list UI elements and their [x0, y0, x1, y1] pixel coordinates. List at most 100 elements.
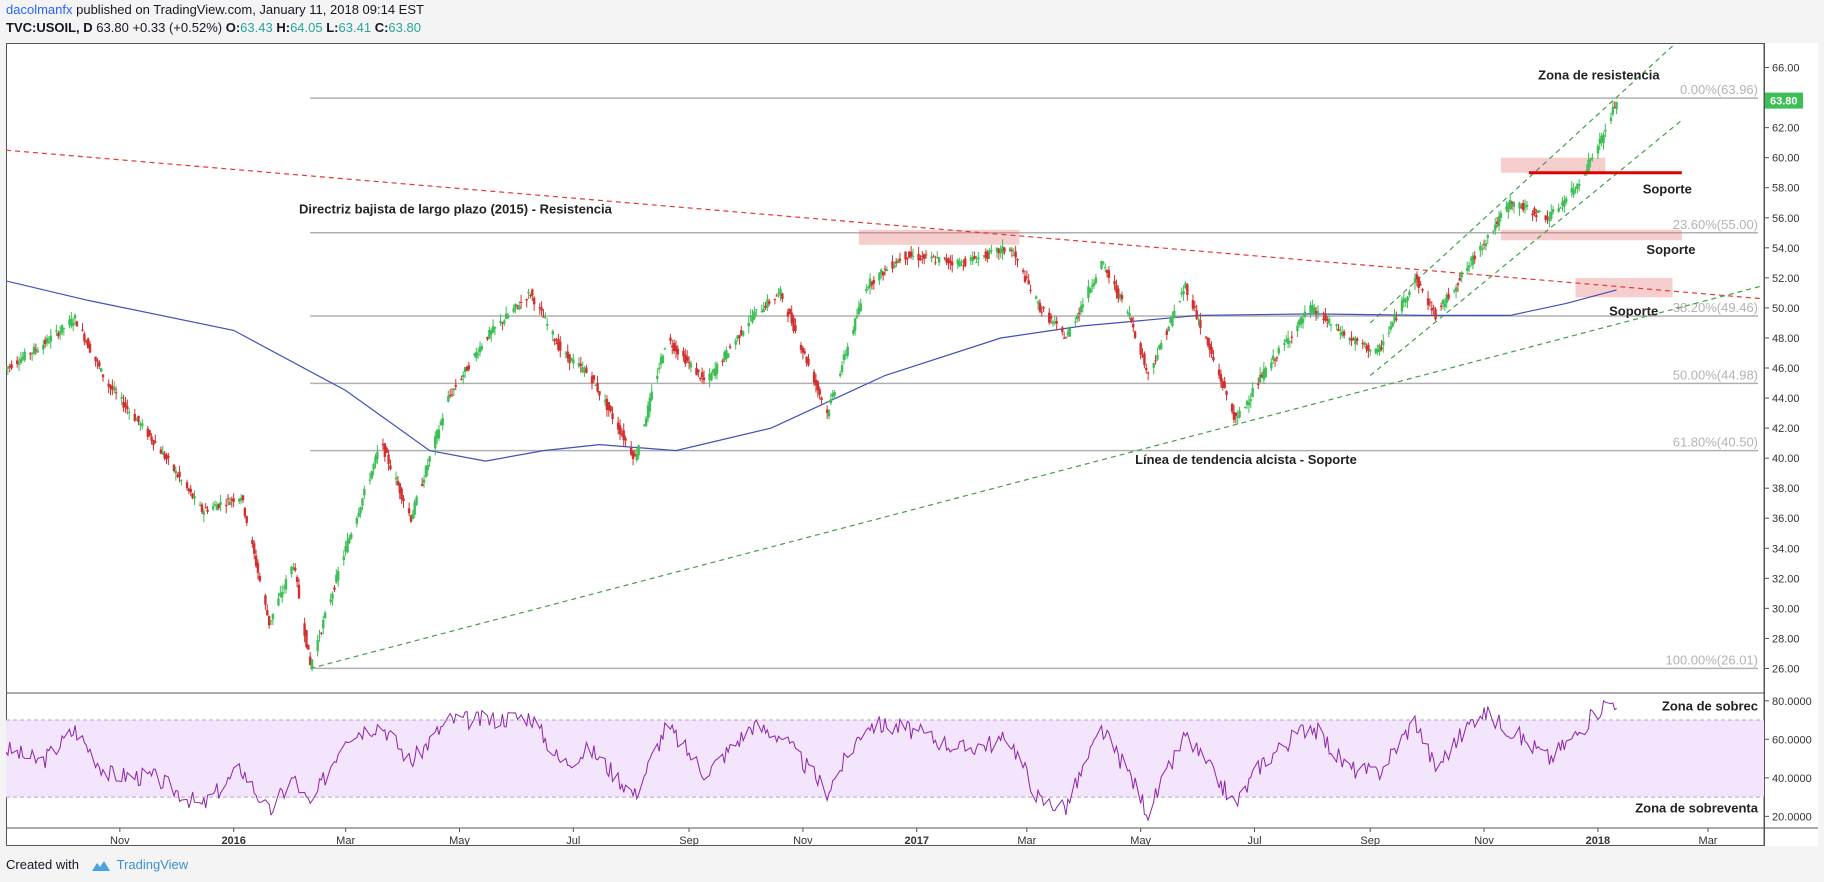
candle-down	[1191, 300, 1195, 309]
candle-down	[98, 362, 101, 367]
candle-up	[1589, 159, 1592, 161]
candle-down	[1029, 289, 1032, 291]
created-with-text: Created with	[6, 857, 79, 872]
candle-down	[820, 397, 823, 401]
y-tick-label: 66.00	[1772, 63, 1800, 75]
candle-up	[17, 363, 21, 365]
x-tick-label: Sep	[679, 835, 699, 846]
candle-up	[1512, 202, 1516, 207]
candle-down	[1113, 281, 1116, 285]
candle-up	[1102, 262, 1105, 264]
chart-annotation: Directriz bajista de largo plazo (2015) …	[299, 201, 613, 216]
candle-up	[174, 470, 178, 474]
candle-up	[376, 451, 379, 460]
candle-down	[295, 576, 299, 582]
candle-up	[893, 265, 896, 268]
candle-up	[506, 315, 510, 319]
candle-up	[113, 388, 116, 391]
candle-down	[611, 413, 614, 419]
close-label: C:	[374, 20, 389, 35]
y-tick-label: 28.00	[1772, 633, 1800, 645]
candle-down	[245, 516, 248, 523]
candle-down	[1193, 306, 1196, 308]
candle-down	[685, 356, 689, 362]
price-pane: 0.00%(63.96) 23.60%(55.00) 38.20%(49.46) 50…	[4, 37, 1765, 672]
candle-down	[1417, 277, 1420, 289]
candle-down	[1337, 328, 1340, 332]
candle-up	[368, 479, 372, 481]
candle-down	[807, 358, 810, 365]
chart-annotation: Soporte	[1643, 182, 1692, 197]
candle-down	[333, 587, 336, 590]
candle-up	[42, 344, 45, 350]
candle-down	[294, 567, 297, 571]
candle-down	[1014, 251, 1017, 258]
rsi-tick-label: 80.0000	[1772, 696, 1812, 708]
candle-up	[62, 327, 66, 329]
candle-up	[1382, 341, 1385, 346]
x-tick-label: 2017	[904, 835, 928, 846]
candle-down	[1195, 310, 1198, 319]
author-link[interactable]: dacolmanfx	[6, 2, 72, 17]
candle-down	[559, 341, 562, 351]
candle-up	[937, 257, 941, 263]
candle-down	[676, 348, 680, 355]
x-tick-label: Jul	[1247, 835, 1261, 846]
y-tick-label: 54.00	[1772, 243, 1800, 255]
candle-up	[1089, 288, 1092, 293]
chart-svg[interactable]: 0.00%(63.96) 23.60%(55.00) 38.20%(49.46) 50…	[4, 37, 1818, 847]
candle-down	[389, 465, 392, 470]
candle-up	[958, 262, 961, 267]
x-tick-label: May	[449, 835, 470, 846]
candle-up	[1615, 101, 1618, 110]
candle-down	[624, 438, 627, 441]
candle-up	[120, 397, 123, 399]
candle-down	[172, 464, 176, 471]
candle-up	[859, 303, 862, 311]
candle-up	[310, 659, 314, 668]
candle-up	[514, 303, 517, 309]
candle-down	[200, 504, 204, 513]
candle-down	[699, 377, 702, 380]
x-tick-label: Nov	[793, 835, 813, 846]
candle-up	[1583, 174, 1587, 176]
x-tick-label: 2018	[1586, 835, 1610, 846]
candle-up	[1068, 328, 1071, 337]
candle-down	[669, 337, 672, 341]
candle-down	[618, 425, 622, 435]
candle-up	[73, 315, 77, 319]
candle-up	[656, 375, 659, 380]
candle-down	[460, 378, 463, 380]
candle-down	[400, 488, 403, 500]
candle-down	[973, 255, 976, 259]
candle-down	[243, 507, 247, 516]
candle-up	[1264, 367, 1267, 378]
candle-up	[1182, 291, 1185, 295]
candle-up	[480, 346, 484, 350]
candle-up	[1387, 332, 1391, 334]
footer: Created with TradingView	[6, 857, 188, 875]
candle-down	[1535, 215, 1538, 218]
candle-up	[452, 388, 456, 391]
candle-down	[96, 360, 99, 362]
candle-down	[88, 343, 92, 353]
candle-up	[637, 445, 640, 456]
candle-up	[1277, 347, 1280, 354]
candle-up	[269, 620, 273, 622]
candle-up	[428, 456, 431, 462]
tradingview-brand-link[interactable]: TradingView	[117, 857, 189, 872]
candle-up	[1303, 311, 1307, 317]
candle-down	[1426, 298, 1430, 306]
candle-up	[1602, 134, 1605, 144]
candle-down	[307, 644, 310, 650]
candle-up	[437, 429, 441, 439]
candle-up	[878, 272, 881, 281]
candle-down	[185, 482, 189, 489]
candle-up	[363, 488, 366, 496]
candle-down	[126, 406, 129, 409]
candle-down	[702, 377, 706, 381]
low-label: L:	[326, 20, 339, 35]
candle-up	[1441, 299, 1445, 304]
candle-down	[1186, 284, 1189, 295]
candle-down	[167, 455, 170, 459]
